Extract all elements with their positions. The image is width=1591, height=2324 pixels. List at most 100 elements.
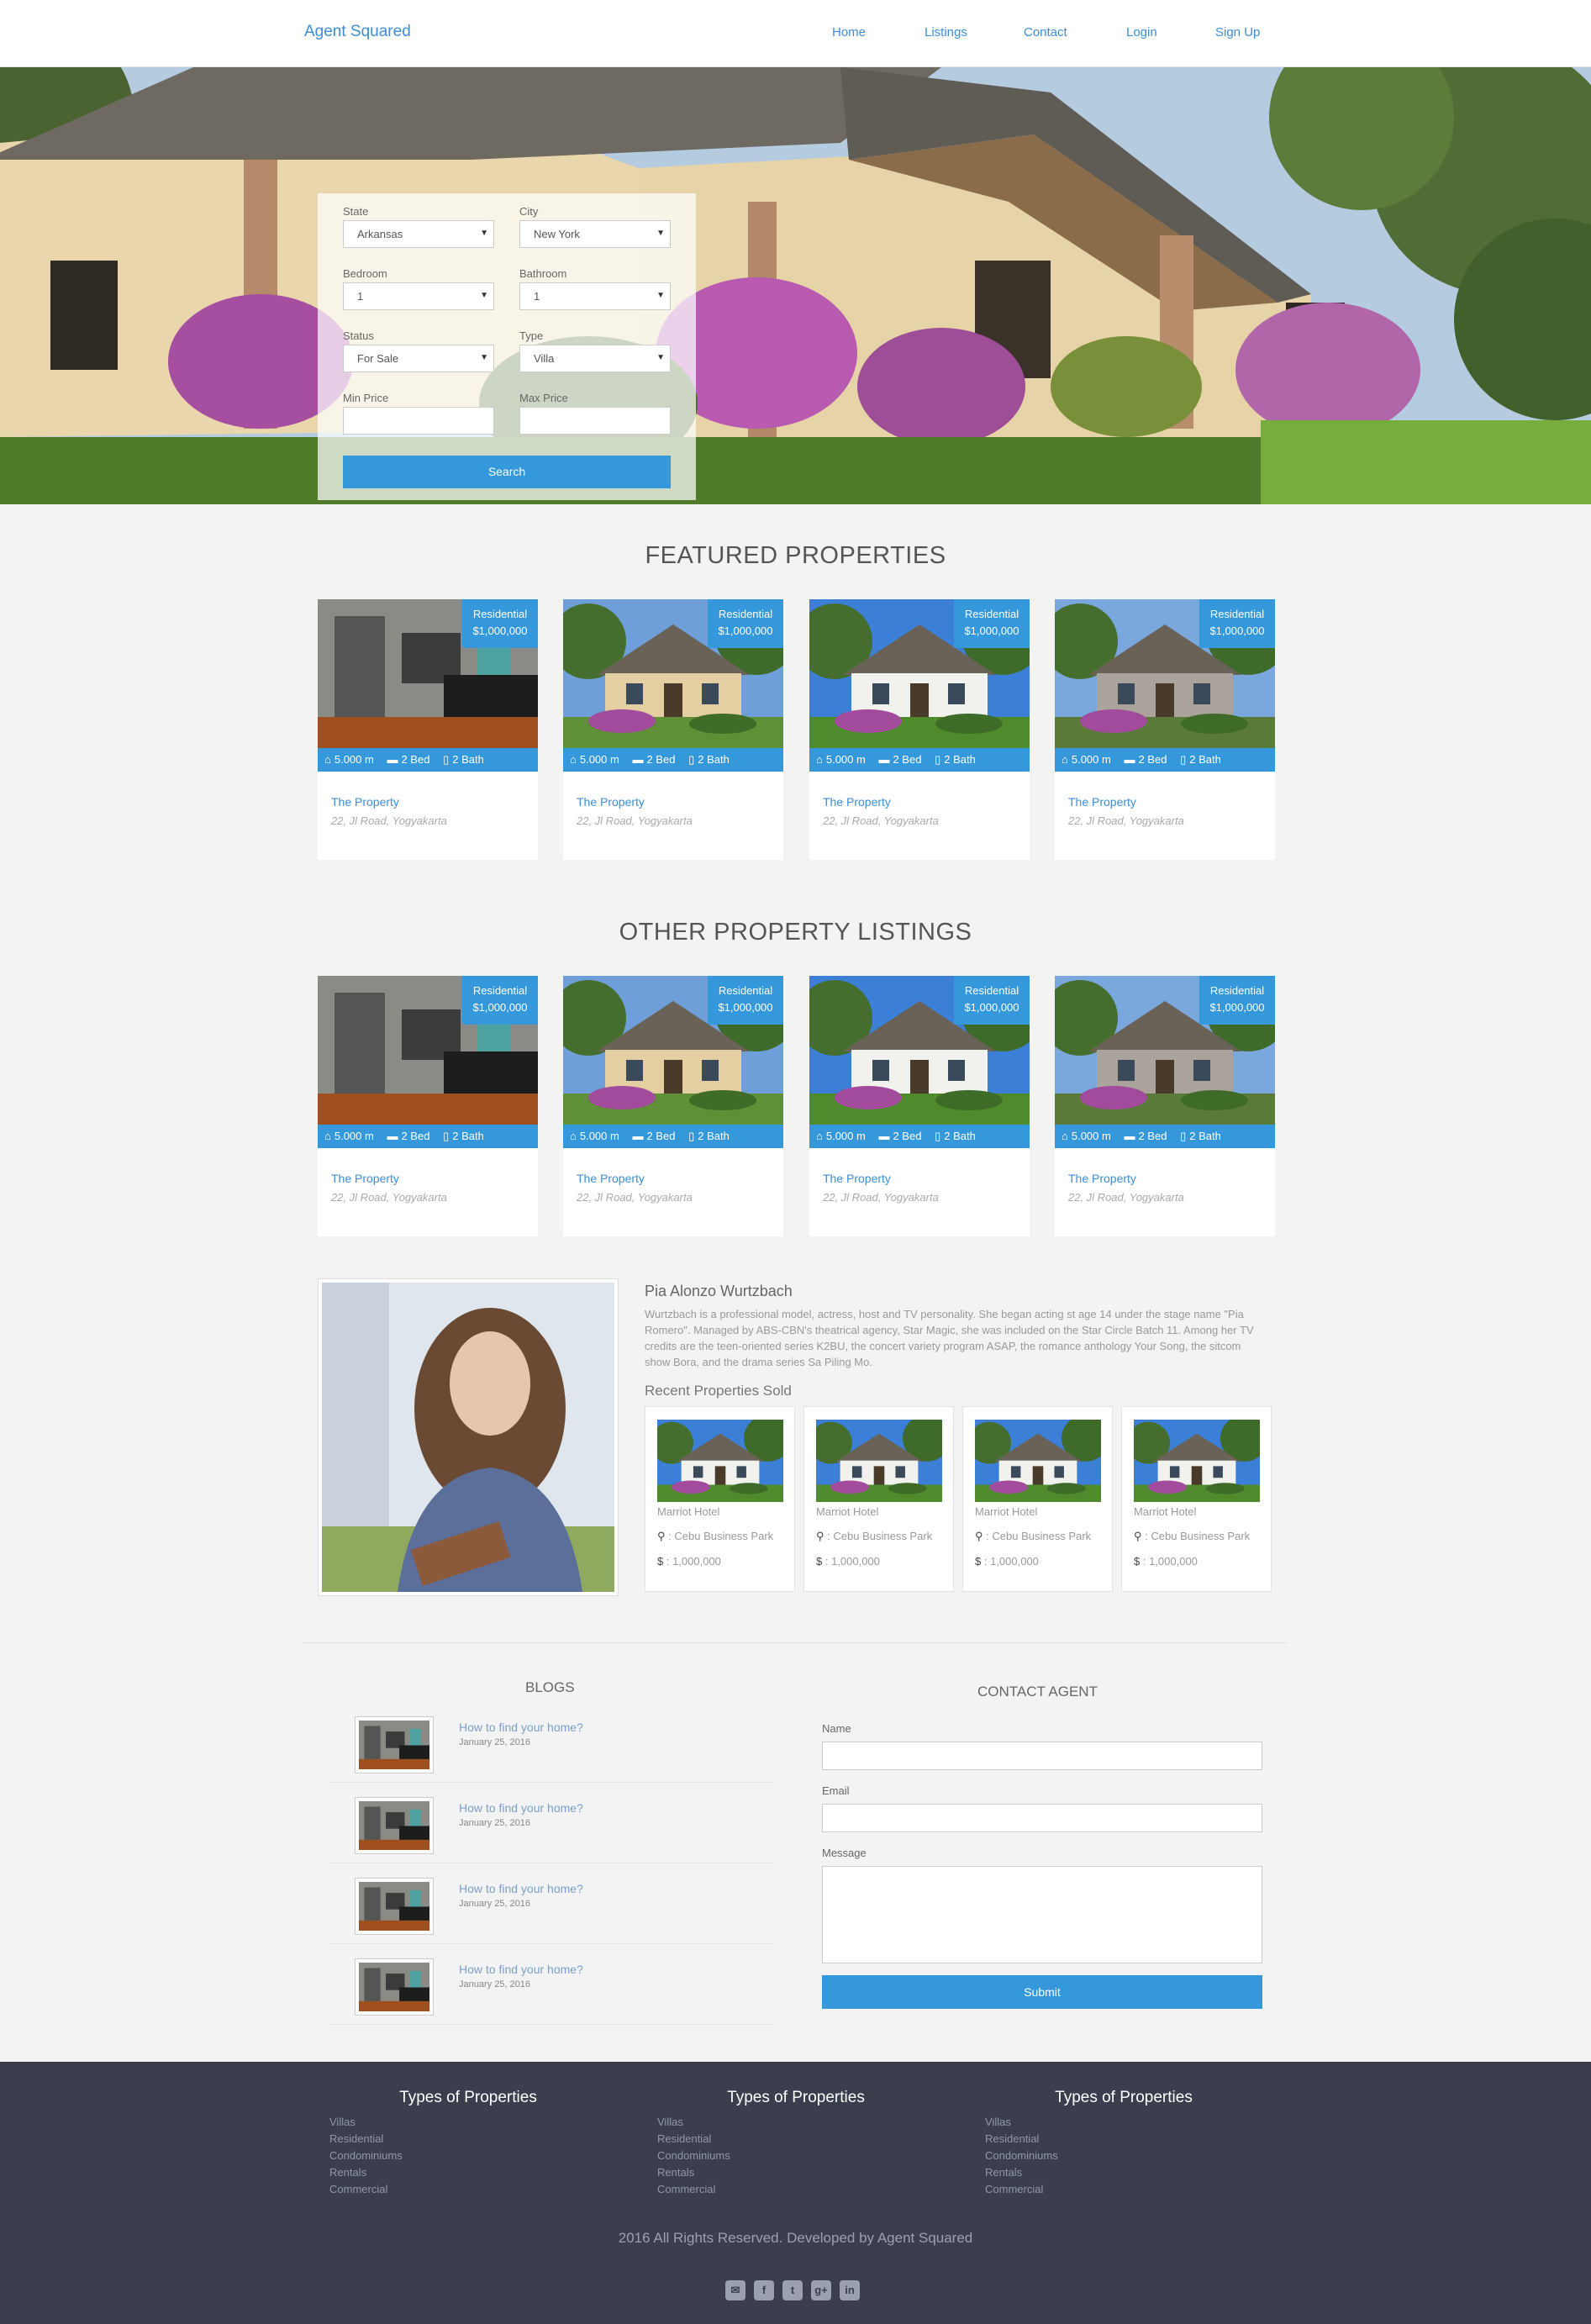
property-title-link[interactable]: The Property: [577, 1172, 645, 1185]
recent-property-price: $ : 1,000,000: [1134, 1555, 1198, 1568]
map-pin-icon: ⚲: [975, 1530, 983, 1542]
recent-property-image[interactable]: [1134, 1420, 1260, 1502]
blogs-title: BLOGS: [525, 1679, 575, 1695]
footer-link[interactable]: Commercial: [985, 2181, 1321, 2198]
property-title-link[interactable]: The Property: [577, 795, 645, 809]
min-price-input[interactable]: [343, 407, 494, 435]
bath-icon: ▯: [935, 753, 941, 766]
recent-property-card[interactable]: Marriot Hotel ⚲ : Cebu Business Park $ :…: [803, 1406, 954, 1592]
submit-button[interactable]: Submit: [822, 1975, 1262, 2009]
footer-link[interactable]: Rentals: [657, 2164, 993, 2181]
blog-item[interactable]: How to find your home? January 25, 2016: [329, 1702, 773, 1783]
blog-title-link[interactable]: How to find your home?: [459, 1963, 583, 1976]
city-select[interactable]: New York ▼: [519, 220, 671, 248]
property-photo: [1134, 1420, 1260, 1502]
search-button[interactable]: Search: [343, 456, 671, 488]
type-select[interactable]: Villa ▼: [519, 345, 671, 372]
property-area: 5.000 m: [825, 1130, 866, 1142]
email-field[interactable]: [822, 1804, 1262, 1832]
status-select[interactable]: For Sale ▼: [343, 345, 494, 372]
property-title-link[interactable]: The Property: [1068, 795, 1136, 809]
blog-item[interactable]: How to find your home? January 25, 2016: [329, 1783, 773, 1863]
footer-link[interactable]: Condominiums: [657, 2147, 993, 2164]
bedroom-select[interactable]: 1 ▼: [343, 282, 494, 310]
nav-listings[interactable]: Listings: [925, 25, 967, 40]
property-card[interactable]: Residential $1,000,000 ⌂ 5.000 m ▬ 2 Bed ▯…: [809, 976, 1030, 1236]
blog-thumbnail[interactable]: [355, 1878, 434, 1935]
chevron-down-icon: ▼: [656, 229, 665, 238]
recent-property-image[interactable]: [816, 1420, 942, 1502]
blog-title-link[interactable]: How to find your home?: [459, 1721, 583, 1734]
social-links: ✉ f t g+ in: [725, 2280, 868, 2300]
google-plus-icon[interactable]: g+: [811, 2280, 831, 2300]
nav-sign-up[interactable]: Sign Up: [1215, 25, 1260, 40]
footer-link[interactable]: Rentals: [985, 2164, 1321, 2181]
bathroom-select[interactable]: 1 ▼: [519, 282, 671, 310]
property-card[interactable]: Residential $1,000,000 ⌂ 5.000 m ▬ 2 Bed ▯…: [318, 599, 538, 860]
property-card[interactable]: Residential $1,000,000 ⌂ 5.000 m ▬ 2 Bed ▯…: [809, 599, 1030, 860]
blog-thumbnail[interactable]: [355, 1797, 434, 1854]
property-address: 22, Jl Road, Yogyakarta: [1068, 814, 1184, 827]
min-price-label: Min Price: [343, 392, 389, 404]
facebook-icon[interactable]: f: [754, 2280, 774, 2300]
blog-item[interactable]: How to find your home? January 25, 2016: [329, 1863, 773, 1944]
recent-property-card[interactable]: Marriot Hotel ⚲ : Cebu Business Park $ :…: [1121, 1406, 1272, 1592]
property-title-link[interactable]: The Property: [823, 1172, 891, 1185]
footer-link[interactable]: Residential: [985, 2131, 1321, 2147]
recent-property-image[interactable]: [657, 1420, 783, 1502]
footer-link[interactable]: Residential: [657, 2131, 993, 2147]
footer-link[interactable]: Residential: [329, 2131, 666, 2147]
footer-link[interactable]: Condominiums: [985, 2147, 1321, 2164]
nav-login[interactable]: Login: [1126, 25, 1157, 40]
blog-thumbnail[interactable]: [355, 1958, 434, 2016]
city-select-value: New York: [534, 228, 580, 240]
property-price: $1,000,000: [718, 1001, 773, 1014]
property-title-link[interactable]: The Property: [823, 795, 891, 809]
property-title-link[interactable]: The Property: [1068, 1172, 1136, 1185]
property-card[interactable]: Residential $1,000,000 ⌂ 5.000 m ▬ 2 Bed ▯…: [1055, 599, 1275, 860]
footer-link[interactable]: Commercial: [657, 2181, 993, 2198]
property-type: Residential: [472, 984, 528, 997]
footer-link[interactable]: Rentals: [329, 2164, 666, 2181]
property-card[interactable]: Residential $1,000,000 ⌂ 5.000 m ▬ 2 Bed ▯…: [1055, 976, 1275, 1236]
property-area: 5.000 m: [334, 753, 374, 766]
blog-item[interactable]: How to find your home? January 25, 2016: [329, 1944, 773, 2025]
blog-title-link[interactable]: How to find your home?: [459, 1882, 583, 1895]
brand-logo[interactable]: Agent Squared: [304, 23, 411, 41]
state-select[interactable]: Arkansas ▼: [343, 220, 494, 248]
blog-thumbnail[interactable]: [355, 1716, 434, 1773]
property-price: $1,000,000: [1209, 1001, 1265, 1014]
recent-property-image[interactable]: [975, 1420, 1101, 1502]
footer-link[interactable]: Commercial: [329, 2181, 666, 2198]
property-price: $1,000,000: [472, 1001, 528, 1014]
blog-title-link[interactable]: How to find your home?: [459, 1801, 583, 1815]
footer-link[interactable]: Condominiums: [329, 2147, 666, 2164]
property-title-link[interactable]: The Property: [331, 1172, 399, 1185]
property-title-link[interactable]: The Property: [331, 795, 399, 809]
property-beds: 2 Bed: [646, 1130, 676, 1142]
agent-portrait-image: [322, 1283, 614, 1592]
property-beds: 2 Bed: [401, 753, 430, 766]
property-baths: 2 Bath: [944, 1130, 976, 1142]
property-card[interactable]: Residential $1,000,000 ⌂ 5.000 m ▬ 2 Bed ▯…: [563, 599, 783, 860]
agent-name: Pia Alonzo Wurtzbach: [645, 1283, 793, 1299]
twitter-icon[interactable]: t: [782, 2280, 803, 2300]
footer-link[interactable]: Villas: [329, 2114, 666, 2131]
property-address: 22, Jl Road, Yogyakarta: [577, 1191, 693, 1204]
property-card[interactable]: Residential $1,000,000 ⌂ 5.000 m ▬ 2 Bed ▯…: [318, 976, 538, 1236]
linkedin-icon[interactable]: in: [840, 2280, 860, 2300]
property-photo: [359, 1801, 429, 1850]
message-textarea[interactable]: [822, 1866, 1262, 1963]
name-field[interactable]: [822, 1742, 1262, 1770]
max-price-input[interactable]: [519, 407, 671, 435]
recent-property-card[interactable]: Marriot Hotel ⚲ : Cebu Business Park $ :…: [962, 1406, 1113, 1592]
nav-home[interactable]: Home: [832, 25, 866, 40]
bed-icon: ▬: [387, 753, 398, 766]
nav-contact[interactable]: Contact: [1024, 25, 1067, 40]
recent-property-location: ⚲ : Cebu Business Park: [816, 1530, 932, 1543]
envelope-icon[interactable]: ✉: [725, 2280, 745, 2300]
footer-link[interactable]: Villas: [985, 2114, 1321, 2131]
recent-property-card[interactable]: Marriot Hotel ⚲ : Cebu Business Park $ :…: [645, 1406, 795, 1592]
footer-link[interactable]: Villas: [657, 2114, 993, 2131]
property-card[interactable]: Residential $1,000,000 ⌂ 5.000 m ▬ 2 Bed ▯…: [563, 976, 783, 1236]
